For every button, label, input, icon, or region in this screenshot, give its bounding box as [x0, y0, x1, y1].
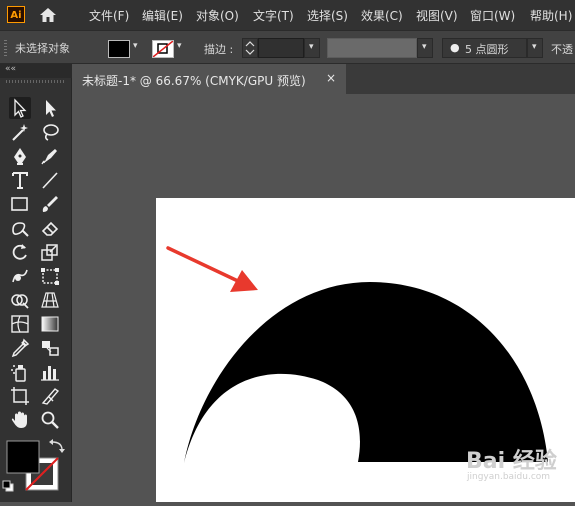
artboard-tool-icon[interactable]	[9, 385, 31, 407]
document-tab-title: 未标题-1* @ 66.67% (CMYK/GPU 预览)	[82, 74, 306, 88]
tools-panel-grip[interactable]	[6, 80, 66, 83]
menu-bar: Ai 文件(F) 编辑(E) 对象(O) 文字(T) 选择(S) 效果(C) 视…	[0, 0, 575, 30]
rotate-tool-icon[interactable]	[9, 241, 31, 263]
free-transform-tool-icon[interactable]	[39, 265, 61, 287]
control-bar-grip[interactable]	[4, 40, 7, 56]
zoom-tool-icon[interactable]	[39, 409, 61, 431]
menu-window[interactable]: 窗口(W)	[470, 7, 515, 24]
column-graph-tool-icon[interactable]	[39, 361, 61, 383]
menu-object[interactable]: 对象(O)	[196, 7, 239, 24]
variable-width-dropdown[interactable]: ▾	[417, 38, 433, 58]
stroke-chevron-icon[interactable]: ▾	[177, 41, 182, 51]
shaper-tool-icon[interactable]	[9, 217, 31, 239]
warp-tool-icon[interactable]	[9, 265, 31, 287]
variable-width-profile[interactable]	[327, 38, 417, 58]
menu-edit[interactable]: 编辑(E)	[142, 7, 183, 24]
blend-tool-icon[interactable]	[39, 337, 61, 359]
selection-status: 未选择对象	[15, 42, 70, 55]
stroke-weight-label: 描边 :	[204, 43, 234, 56]
menu-view[interactable]: 视图(V)	[416, 7, 458, 24]
brush-label: 5 点圆形	[465, 43, 509, 56]
menu-select[interactable]: 选择(S)	[307, 7, 348, 24]
document-tab[interactable]: 未标题-1* @ 66.67% (CMYK/GPU 预览) ×	[72, 64, 346, 94]
fill-chevron-icon[interactable]: ▾	[133, 41, 138, 51]
stroke-weight-stepper[interactable]	[242, 38, 258, 58]
hand-tool-icon[interactable]	[9, 409, 31, 431]
scale-tool-icon[interactable]	[39, 241, 61, 263]
paintbrush-tool-icon[interactable]	[39, 193, 61, 215]
tools-panel-header: ««	[0, 64, 72, 78]
symbol-sprayer-tool-icon[interactable]	[9, 361, 31, 383]
rectangle-tool-icon[interactable]	[9, 193, 31, 215]
app-logo: Ai	[7, 6, 25, 23]
home-icon[interactable]	[38, 6, 58, 24]
control-bar: 未选择对象 ▾ ▾ 描边 : ▾ ▾ ● 5 点圆形 ▾ 不透	[0, 30, 575, 64]
perspective-grid-tool-icon[interactable]	[39, 289, 61, 311]
eraser-tool-icon[interactable]	[39, 217, 61, 239]
curvature-tool-icon[interactable]	[39, 145, 61, 167]
shape-builder-tool-icon[interactable]	[9, 289, 31, 311]
direct-selection-tool-icon[interactable]	[39, 97, 61, 119]
brush-dropdown[interactable]: ▾	[527, 38, 543, 58]
lasso-tool-icon[interactable]	[39, 121, 61, 143]
magic-wand-tool-icon[interactable]	[9, 121, 31, 143]
slice-tool-icon[interactable]	[39, 385, 61, 407]
line-segment-tool-icon[interactable]	[39, 169, 61, 191]
menu-effect[interactable]: 效果(C)	[361, 7, 403, 24]
fill-color-swatch[interactable]	[108, 40, 130, 58]
selection-tool-icon[interactable]	[9, 97, 31, 119]
mesh-tool-icon[interactable]	[9, 313, 31, 335]
watermark-url: jingyan.baidu.com	[467, 472, 551, 482]
menu-file[interactable]: 文件(F)	[89, 7, 129, 24]
menu-help[interactable]: 帮助(H)	[530, 7, 572, 24]
stroke-weight-dropdown[interactable]: ▾	[304, 38, 320, 58]
fill-stroke-widget[interactable]	[0, 436, 72, 502]
pen-tool-icon[interactable]	[9, 145, 31, 167]
brush-dot-icon: ●	[450, 41, 460, 54]
menu-type[interactable]: 文字(T)	[253, 7, 294, 24]
close-icon[interactable]: ×	[326, 71, 336, 85]
stroke-weight-chevron-icon: ▾	[309, 42, 314, 52]
eyedropper-tool-icon[interactable]	[9, 337, 31, 359]
watermark-text: Bai 经验	[466, 449, 557, 474]
stroke-color-swatch[interactable]	[152, 40, 174, 58]
type-tool-icon[interactable]	[9, 169, 31, 191]
collapse-panel-icon[interactable]: ««	[5, 64, 16, 74]
brush-chevron-icon: ▾	[532, 42, 537, 52]
variable-width-chevron-icon: ▾	[422, 42, 427, 52]
opacity-label[interactable]: 不透	[551, 41, 573, 57]
stroke-weight-input[interactable]	[258, 38, 304, 58]
gradient-tool-icon[interactable]	[39, 313, 61, 335]
brush-definition[interactable]: ● 5 点圆形	[442, 38, 527, 58]
